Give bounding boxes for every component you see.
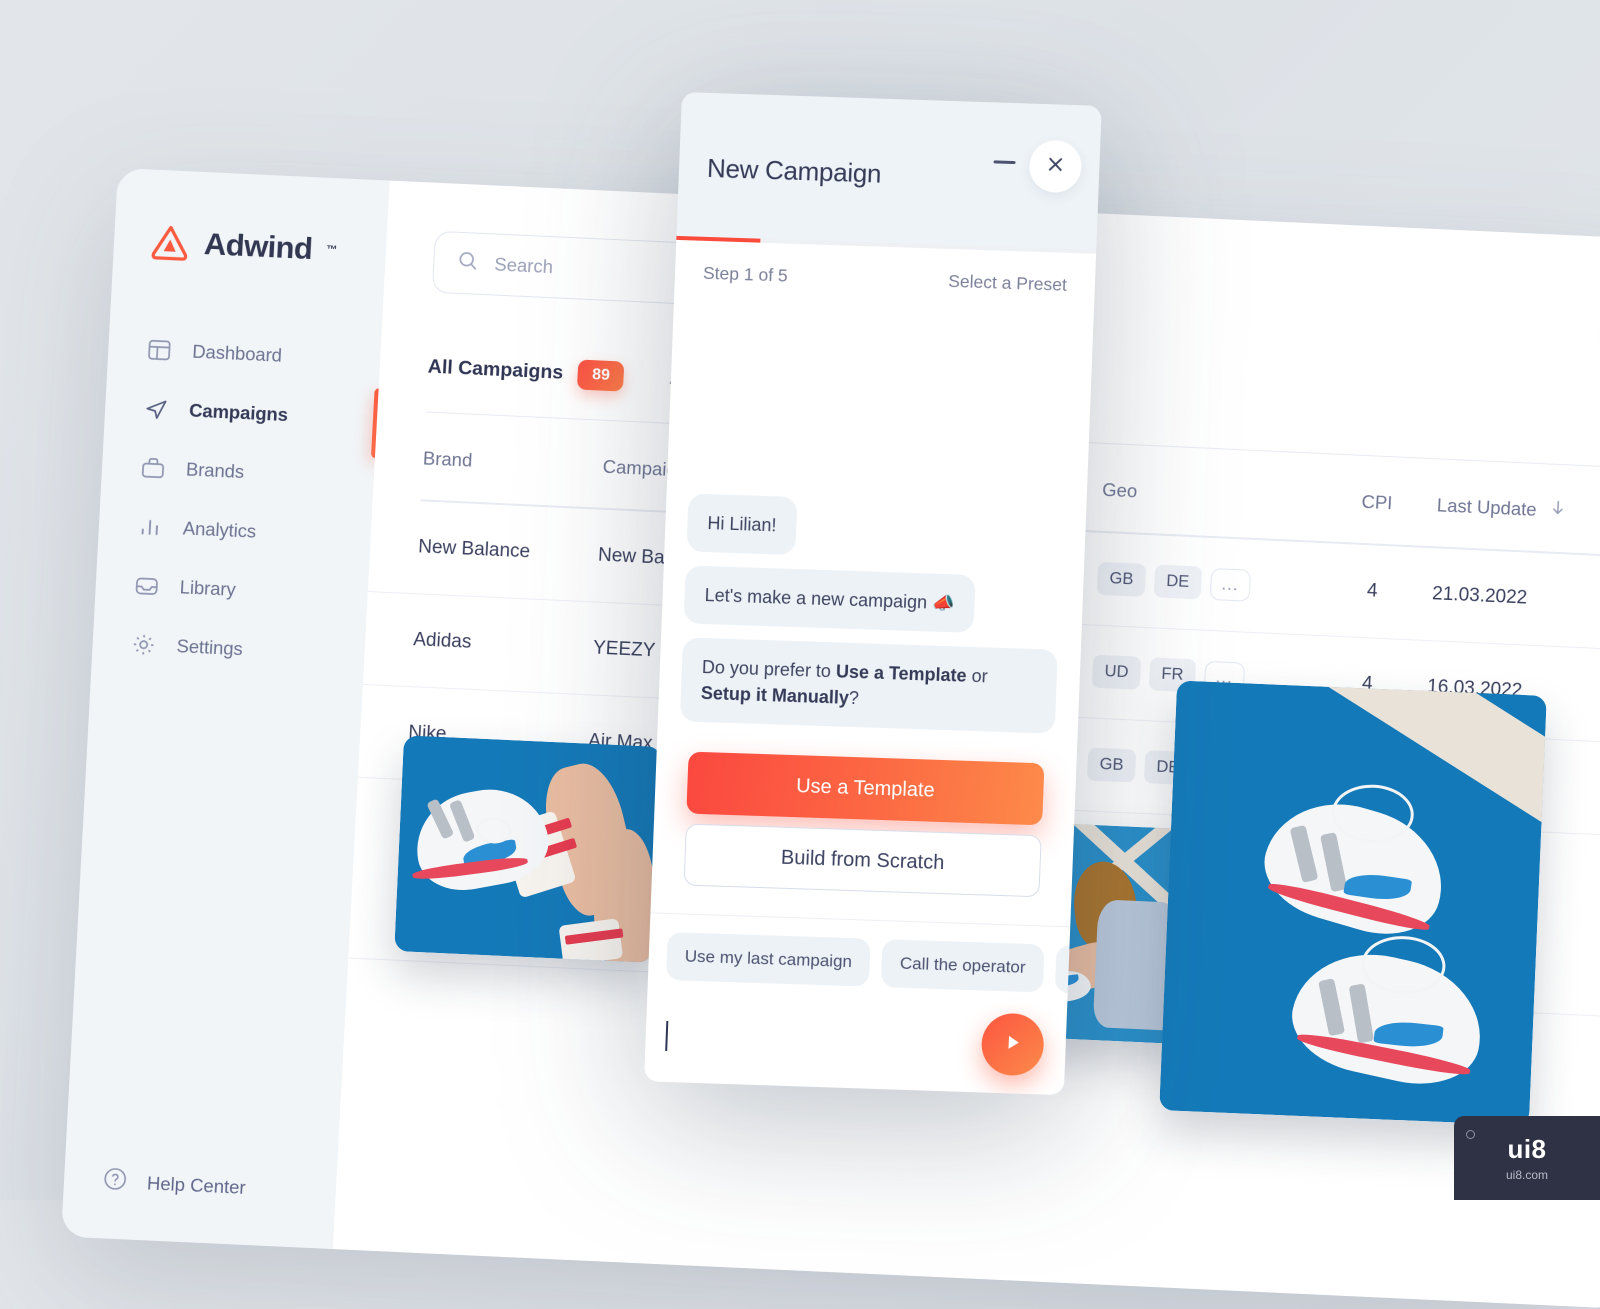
chat-bubble-part-bold: Setup it Manually xyxy=(701,683,850,708)
cell-brand: Adidas xyxy=(413,629,594,659)
column-header-geo[interactable]: Geo xyxy=(1102,479,1318,511)
gear-icon xyxy=(130,631,157,658)
send-button[interactable] xyxy=(981,1012,1045,1076)
sidebar-item-label: Brands xyxy=(185,458,244,483)
chat-bubble-part: Do you prefer to xyxy=(702,657,837,681)
bar-chart-icon xyxy=(136,513,163,540)
all-campaigns-count-badge: 89 xyxy=(577,359,624,391)
watermark-sub: ui8.com xyxy=(1506,1168,1548,1182)
text-caret xyxy=(665,1021,668,1051)
watermark: ui8 ui8.com xyxy=(1454,1116,1600,1200)
close-button[interactable] xyxy=(1028,140,1082,194)
tab-label: All Campaigns xyxy=(427,356,564,385)
use-a-template-button[interactable]: Use a Template xyxy=(686,752,1044,826)
sidebar-item-library[interactable]: Library xyxy=(94,557,368,622)
sidebar-item-label: Settings xyxy=(176,635,243,660)
geo-tag: DE xyxy=(1153,565,1202,600)
build-from-scratch-label: Build from Scratch xyxy=(781,846,945,874)
sidebar-nav: Dashboard Campaigns xyxy=(91,322,381,681)
quick-reply-chip[interactable]: Use my last campaign xyxy=(666,932,871,987)
geo-more-button[interactable]: ... xyxy=(1209,568,1251,602)
sort-descending-icon xyxy=(1548,499,1567,523)
geo-tag: UD xyxy=(1092,655,1142,690)
search-icon xyxy=(456,249,480,278)
chat-bubble: Hi Lilian! xyxy=(686,493,797,555)
geo-tag: GB xyxy=(1097,562,1147,597)
sidebar-item-dashboard[interactable]: Dashboard xyxy=(107,322,381,387)
column-header-last-update[interactable]: Last Update xyxy=(1436,494,1600,528)
inbox-icon xyxy=(133,572,160,599)
chat-bubble: Do you prefer to Use a Template or Setup… xyxy=(680,637,1058,734)
use-a-template-label: Use a Template xyxy=(796,775,935,803)
cell-last-update: 21.03.2022 xyxy=(1432,583,1600,616)
cell-brand: New Balance xyxy=(418,536,599,566)
cell-geo: GB DE ... xyxy=(1097,562,1314,605)
sidebar-item-label: Dashboard xyxy=(192,341,283,367)
watermark-main: ui8 xyxy=(1507,1134,1546,1165)
adwind-triangle-icon xyxy=(149,222,191,264)
app-logo[interactable]: Adwind ™ xyxy=(113,220,387,273)
sidebar-item-label: Library xyxy=(179,576,236,601)
search-placeholder: Search xyxy=(494,254,554,279)
send-icon xyxy=(143,395,170,422)
campaign-thumbnail-photo xyxy=(394,735,662,962)
sidebar-item-analytics[interactable]: Analytics xyxy=(98,499,372,564)
column-header-brand[interactable]: Brand xyxy=(422,447,603,477)
column-header-last-update-label: Last Update xyxy=(1436,494,1537,521)
sidebar-item-settings[interactable]: Settings xyxy=(91,616,365,681)
campaign-thumbnail-photo xyxy=(1159,680,1547,1125)
watermark-dot-icon xyxy=(1466,1130,1475,1139)
modal-header: New Campaign xyxy=(676,92,1101,250)
chat-bubble-part-bold: Use a Template xyxy=(836,661,967,685)
question-circle-icon xyxy=(101,1165,129,1197)
sidebar-item-brands[interactable]: Brands xyxy=(101,440,375,505)
quick-reply-chip[interactable]: Call the operator xyxy=(881,939,1044,992)
modal-title: New Campaign xyxy=(706,153,1071,196)
sidebar-item-label: Campaigns xyxy=(189,400,289,427)
step-indicator: Step 1 of 5 xyxy=(703,263,788,287)
new-campaign-modal: New Campaign Step 1 of 5 Select a Preset… xyxy=(644,92,1102,1095)
build-from-scratch-button[interactable]: Build from Scratch xyxy=(684,824,1042,898)
tab-all-campaigns[interactable]: All Campaigns 89 xyxy=(427,352,625,395)
chat-bubble: Let's make a new campaign 📣 xyxy=(684,565,976,633)
geo-tag: GB xyxy=(1087,748,1137,783)
cell-cpi: 4 xyxy=(1312,577,1433,605)
briefcase-icon xyxy=(139,454,166,481)
app-name: Adwind xyxy=(203,226,313,267)
layout-icon xyxy=(146,337,173,364)
column-header-cpi[interactable]: CPI xyxy=(1316,489,1437,517)
quick-replies: Use my last campaign Call the operator O… xyxy=(648,912,1071,1003)
send-triangle-icon xyxy=(1000,1030,1025,1060)
chat-bubble-part: or xyxy=(966,666,988,687)
sidebar-item-campaigns[interactable]: Campaigns xyxy=(104,381,378,446)
chat-body: Hi Lilian! Let's make a new campaign 📣 D… xyxy=(650,283,1094,926)
help-center-link[interactable]: Help Center xyxy=(101,1165,246,1203)
close-icon xyxy=(1045,154,1066,180)
chat-bubble-part: ? xyxy=(849,688,860,708)
help-center-label: Help Center xyxy=(146,1172,246,1199)
message-input-row[interactable] xyxy=(644,989,1067,1095)
trademark-mark: ™ xyxy=(326,244,338,256)
sidebar-item-label: Analytics xyxy=(182,517,256,542)
